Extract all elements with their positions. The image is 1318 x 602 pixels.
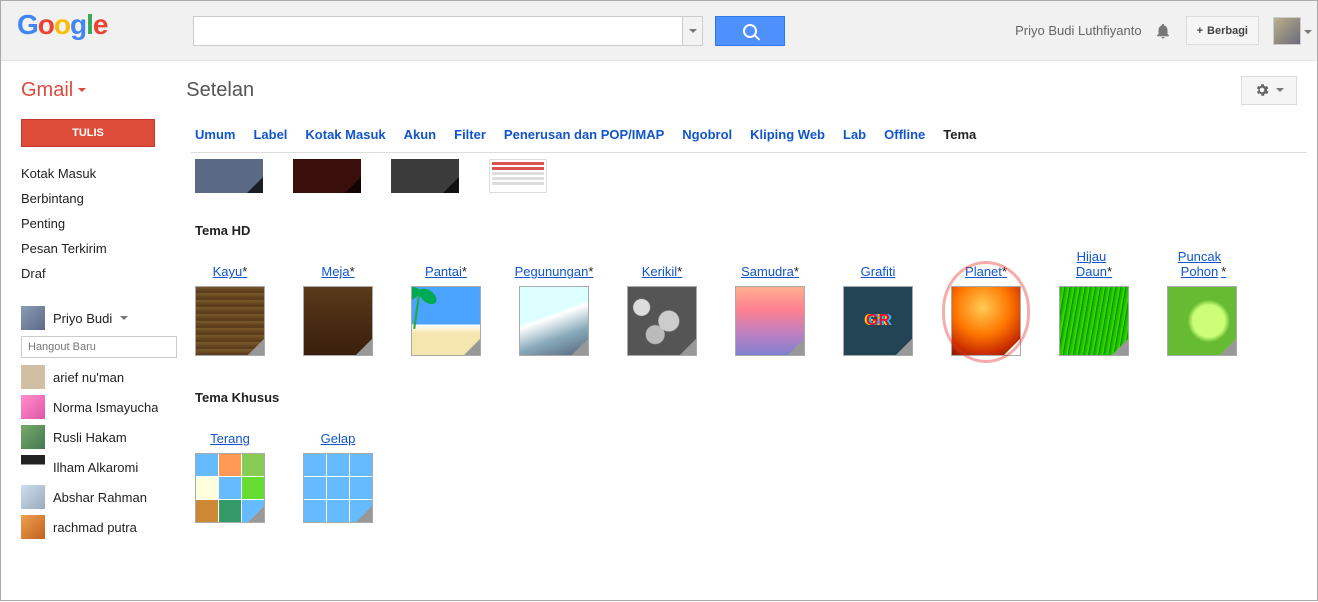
avatar: [21, 425, 45, 449]
hangout-contact[interactable]: Ilham Alkaromi: [21, 452, 171, 482]
chevron-down-icon: [1304, 30, 1312, 34]
theme-thumbnail[interactable]: GR: [843, 286, 913, 356]
theme-thumbnail[interactable]: [735, 286, 805, 356]
settings-tab[interactable]: Lab: [843, 119, 866, 152]
app-bar: Gmail Setelan: [1, 61, 1317, 119]
theme-name[interactable]: Terang: [195, 419, 265, 447]
settings-tab[interactable]: Filter: [454, 119, 486, 152]
theme-thumbnail[interactable]: [411, 286, 481, 356]
sidebar: TULIS Kotak MasukBerbintangPentingPesan …: [1, 119, 181, 602]
compose-button[interactable]: TULIS: [21, 119, 155, 147]
theme-thumbnail[interactable]: [303, 453, 373, 523]
sidebar-label[interactable]: Berbintang: [21, 186, 171, 211]
page-title: Setelan: [186, 79, 254, 102]
gmail-selector[interactable]: Gmail: [21, 79, 86, 102]
settings-tab[interactable]: Kotak Masuk: [305, 119, 385, 152]
theme-name[interactable]: Puncak Pohon: [1167, 252, 1237, 280]
theme-thumbnail[interactable]: [1059, 286, 1129, 356]
theme-swatch[interactable]: [195, 159, 263, 193]
theme-swatch[interactable]: [489, 159, 547, 193]
chevron-down-icon: [120, 316, 128, 320]
search-icon: [743, 24, 757, 38]
theme-thumbnail[interactable]: [195, 453, 265, 523]
search-button[interactable]: [715, 16, 785, 46]
main-pane: Umum Label Kotak Masuk Akun Filter Penerusan …: [181, 119, 1317, 602]
theme-thumbnail[interactable]: [519, 286, 589, 356]
settings-tabs: Umum Label Kotak Masuk Akun Filter Penerusan …: [191, 119, 1307, 153]
hangout-contact[interactable]: arief nu'man: [21, 362, 171, 392]
section-title-custom: Tema Khusus: [195, 390, 1307, 405]
settings-gear-button[interactable]: [1241, 76, 1297, 105]
theme-swatch[interactable]: [391, 159, 459, 193]
theme-name[interactable]: Kerikil: [627, 252, 697, 280]
settings-tab[interactable]: Umum: [195, 119, 235, 152]
google-logo[interactable]: Google: [17, 11, 133, 51]
chevron-down-icon: [78, 88, 86, 92]
sidebar-label[interactable]: Draf: [21, 261, 171, 286]
hangouts-self[interactable]: Priyo Budi: [21, 306, 171, 330]
settings-tab[interactable]: Offline: [884, 119, 925, 152]
theme-swatch[interactable]: [293, 159, 361, 193]
sidebar-label[interactable]: Penting: [21, 211, 171, 236]
account-avatar[interactable]: [1273, 17, 1301, 45]
hangout-new-input[interactable]: [21, 336, 177, 358]
theme-name[interactable]: Gelap: [303, 419, 373, 447]
search-input[interactable]: [193, 16, 683, 46]
hangout-contact[interactable]: Rusli Hakam: [21, 422, 171, 452]
user-name[interactable]: Priyo Budi Luthfiyanto: [1015, 23, 1141, 38]
avatar: [21, 485, 45, 509]
chevron-down-icon: [689, 29, 697, 33]
hangout-contact[interactable]: Norma Ismayucha: [21, 392, 171, 422]
theme-name[interactable]: Kayu: [195, 252, 265, 280]
theme-thumbnail[interactable]: [951, 286, 1021, 356]
settings-tab[interactable]: Akun: [404, 119, 437, 152]
theme-name[interactable]: Hijau Daun: [1059, 252, 1129, 280]
chevron-down-icon: [1276, 88, 1284, 92]
settings-tab[interactable]: Penerusan dan POP/IMAP: [504, 119, 664, 152]
share-button[interactable]: +Berbagi: [1186, 16, 1259, 45]
theme-thumbnail[interactable]: [303, 286, 373, 356]
theme-name[interactable]: Meja: [303, 252, 373, 280]
avatar: [21, 365, 45, 389]
settings-tab[interactable]: Label: [253, 119, 287, 152]
theme-name[interactable]: Pegunungan: [519, 252, 589, 280]
theme-name[interactable]: Pantai: [411, 252, 481, 280]
theme-thumbnail[interactable]: [195, 286, 265, 356]
google-bar: Google Priyo Budi Luthfiyanto +Berbagi: [1, 1, 1317, 61]
search-options-dropdown[interactable]: [683, 16, 703, 46]
settings-tab[interactable]: Kliping Web: [750, 119, 825, 152]
section-title-hd: Tema HD: [195, 223, 1307, 238]
settings-tab[interactable]: Ngobrol: [682, 119, 732, 152]
avatar: [21, 455, 45, 479]
theme-name[interactable]: Planet: [951, 252, 1021, 280]
notifications-icon[interactable]: [1154, 22, 1172, 40]
theme-thumbnail[interactable]: [627, 286, 697, 356]
theme-name[interactable]: Samudra: [735, 252, 805, 280]
avatar: [21, 395, 45, 419]
sidebar-label[interactable]: Kotak Masuk: [21, 161, 171, 186]
avatar: [21, 515, 45, 539]
hangout-contact[interactable]: rachmad putra: [21, 512, 171, 542]
theme-thumbnail[interactable]: [1167, 286, 1237, 356]
theme-name[interactable]: Grafiti: [843, 252, 913, 280]
settings-tab[interactable]: Tema: [943, 119, 976, 152]
hangout-contact[interactable]: Abshar Rahman: [21, 482, 171, 512]
avatar: [21, 306, 45, 330]
sidebar-label[interactable]: Pesan Terkirim: [21, 236, 171, 261]
search-form: [193, 16, 785, 46]
